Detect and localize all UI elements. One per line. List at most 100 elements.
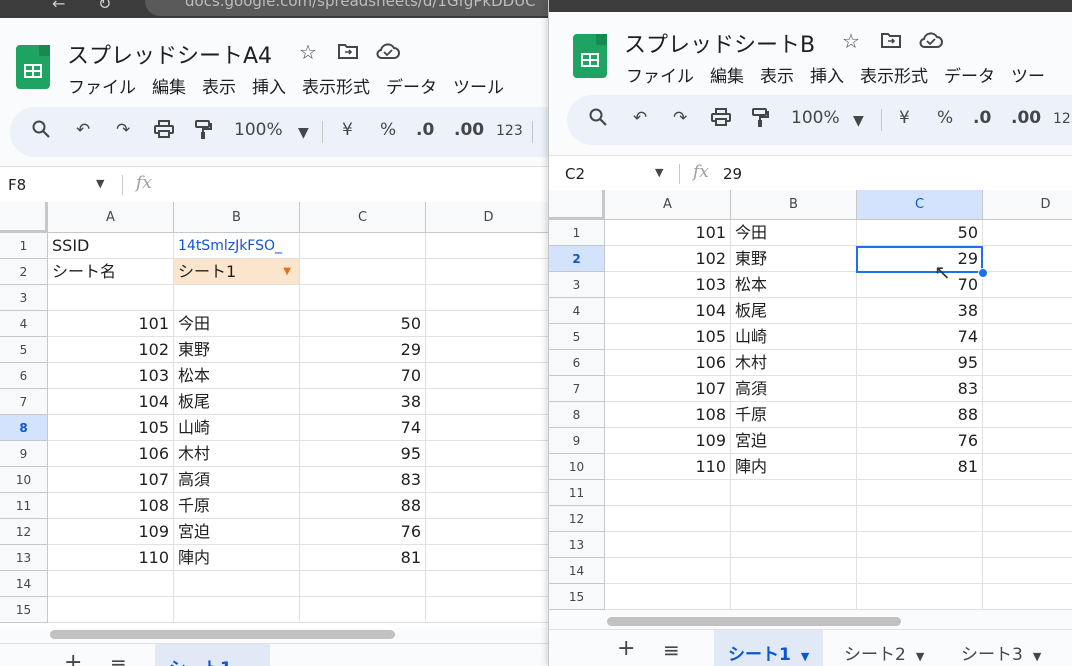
row-header[interactable]: 9 [0,441,48,467]
row-header[interactable]: 11 [549,480,605,506]
move-folder-icon[interactable] [879,30,903,54]
row-header[interactable]: 1 [0,233,48,259]
cell-b1[interactable]: 14tSmlzJkFSO_ [174,233,300,259]
cell-a13[interactable] [605,532,731,558]
column-header-b[interactable]: B [731,190,857,220]
column-header-d[interactable]: D [983,190,1072,220]
cell-d10[interactable] [983,454,1072,480]
cell-c14[interactable] [857,558,983,584]
cell-b15[interactable] [174,597,300,623]
row-header[interactable]: 4 [0,311,48,337]
cell-b12[interactable]: 宮迫 [174,519,300,545]
cell-a12[interactable]: 109 [48,519,174,545]
column-header-c[interactable]: C [857,190,983,220]
sheets-logo-icon[interactable] [16,45,50,89]
chevron-down-icon[interactable]: ▼ [916,650,924,663]
redo-icon[interactable]: ↷ [116,120,130,140]
row-header[interactable]: 8 [0,415,48,441]
cell-a11[interactable] [605,480,731,506]
cell-a6[interactable]: 106 [605,350,731,376]
format-percent-button[interactable]: % [937,108,953,128]
row-header[interactable]: 13 [549,532,605,558]
cell-b4[interactable]: 板尾 [731,298,857,324]
row-header[interactable]: 6 [549,350,605,376]
cell-a2[interactable]: 102 [605,246,731,272]
menu-tools[interactable]: ツール [453,73,504,98]
cell-a8[interactable]: 108 [605,402,731,428]
cell-a15[interactable] [48,597,174,623]
cell-c14[interactable] [300,571,426,597]
cell-a10[interactable]: 110 [605,454,731,480]
cell-d7[interactable] [983,376,1072,402]
cell-c13[interactable]: 81 [300,545,426,571]
column-header-a[interactable]: A [605,190,731,220]
zoom-select[interactable]: 100% [791,108,840,128]
cell-d3[interactable] [983,272,1072,298]
cell-b7[interactable]: 高須 [731,376,857,402]
row-header[interactable]: 6 [0,363,48,389]
row-header[interactable]: 9 [549,428,605,454]
cell-d11[interactable] [426,493,548,519]
cell-d2[interactable] [426,259,548,285]
row-header[interactable]: 15 [549,584,605,610]
decrease-decimal-button[interactable]: .0 [416,120,434,140]
cell-c1[interactable] [300,233,426,259]
cell-c6[interactable]: 95 [857,350,983,376]
menu-insert[interactable]: 挿入 [810,62,844,87]
cell-c10[interactable]: 83 [300,467,426,493]
cell-b13[interactable]: 陣内 [174,545,300,571]
cell-d11[interactable] [983,480,1072,506]
sheet-tab-3[interactable]: シート3 ▼ [947,630,1055,666]
cell-b11[interactable]: 千原 [174,493,300,519]
cell-c15[interactable] [300,597,426,623]
menu-view[interactable]: 表示 [202,73,236,98]
cell-c9[interactable]: 76 [857,428,983,454]
row-header[interactable]: 10 [549,454,605,480]
cell-b12[interactable] [731,506,857,532]
cell-c6[interactable]: 70 [300,363,426,389]
cell-b5[interactable]: 東野 [174,337,300,363]
cell-a3[interactable]: 103 [605,272,731,298]
cell-d1[interactable] [983,220,1072,246]
cell-c12[interactable] [857,506,983,532]
name-box[interactable]: C2 [565,165,585,183]
row-header[interactable]: 3 [0,285,48,311]
cell-d4[interactable] [983,298,1072,324]
row-header[interactable]: 2 [0,259,48,285]
cell-a2[interactable]: シート名 [48,259,174,285]
row-header[interactable]: 8 [549,402,605,428]
star-icon[interactable]: ☆ [296,40,320,64]
cell-c11[interactable]: 88 [300,493,426,519]
paint-format-icon[interactable] [751,108,769,133]
cell-b14[interactable] [174,571,300,597]
reload-icon[interactable]: ↻ [98,0,116,13]
cell-c15[interactable] [857,584,983,610]
cell-c5[interactable]: 74 [857,324,983,350]
cell-d4[interactable] [426,311,548,337]
cell-a5[interactable]: 105 [605,324,731,350]
chevron-down-icon[interactable]: ▼ [283,259,291,284]
all-sheets-button[interactable]: ≡ [649,630,694,666]
cell-b8[interactable]: 千原 [731,402,857,428]
cell-a3[interactable] [48,285,174,311]
cell-c8[interactable]: 88 [857,402,983,428]
cell-c7[interactable]: 83 [857,376,983,402]
cell-d3[interactable] [426,285,548,311]
select-all-corner[interactable] [549,190,605,220]
cell-a6[interactable]: 103 [48,363,174,389]
cell-b4[interactable]: 今田 [174,311,300,337]
cell-a9[interactable]: 106 [48,441,174,467]
zoom-select[interactable]: 100% [234,120,283,140]
cell-d9[interactable] [426,441,548,467]
cell-d6[interactable] [426,363,548,389]
cell-b1[interactable]: 今田 [731,220,857,246]
cell-a8[interactable]: 105 [48,415,174,441]
cell-c1[interactable]: 50 [857,220,983,246]
cell-a4[interactable]: 104 [605,298,731,324]
menu-edit[interactable]: 編集 [710,62,744,87]
cell-c4[interactable]: 50 [300,311,426,337]
sheet-name-dropdown[interactable]: シート1 ▼ [174,259,300,285]
cell-a13[interactable]: 110 [48,545,174,571]
cell-d5[interactable] [426,337,548,363]
cell-a1[interactable]: SSID [48,233,174,259]
